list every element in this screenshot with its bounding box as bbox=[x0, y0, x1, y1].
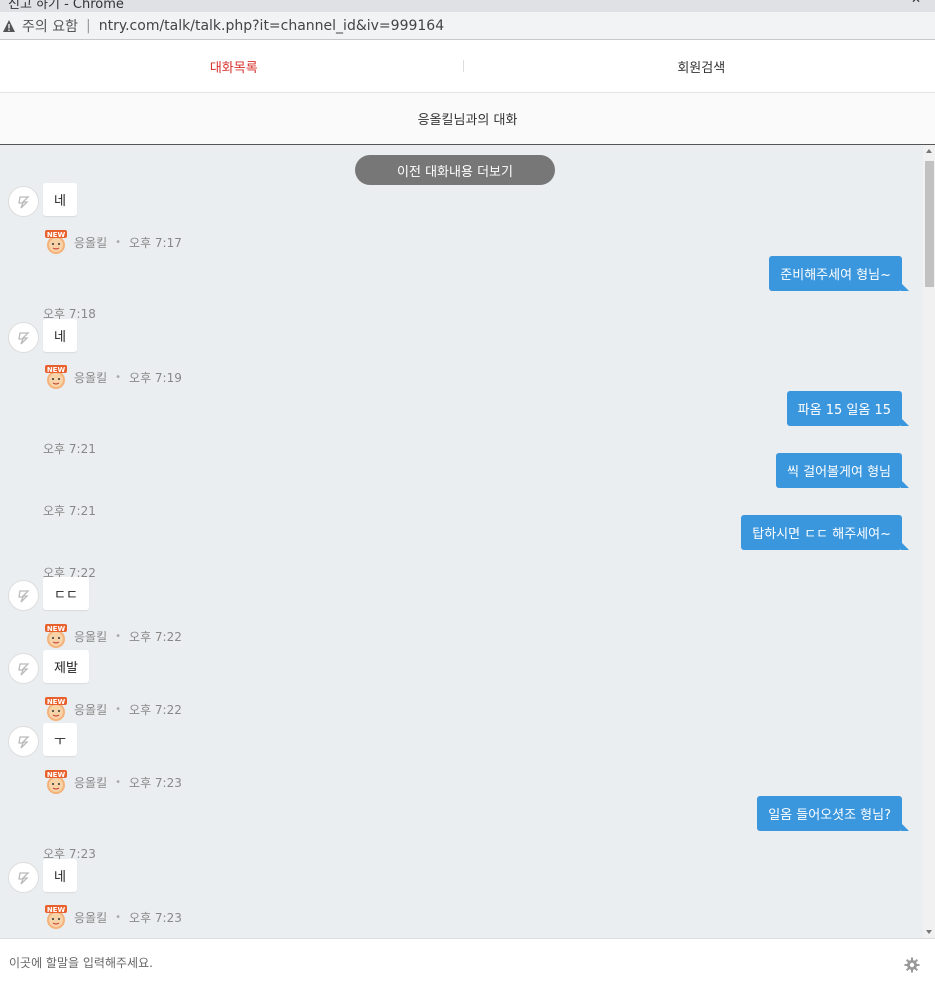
message-time: 오후 7:19 bbox=[129, 370, 182, 385]
message-input-bar bbox=[0, 938, 935, 987]
address-bar[interactable]: 주의 요함 | ntry.com/talk/talk.php?it=channe… bbox=[0, 12, 935, 40]
chat-scrollbar[interactable] bbox=[923, 145, 935, 938]
message-bubble-in: 네 bbox=[43, 859, 77, 892]
message-time: 오후 7:22 bbox=[129, 702, 182, 717]
svg-text:NEW: NEW bbox=[47, 771, 66, 779]
svg-text:NEW: NEW bbox=[47, 231, 66, 239]
message-time: 오후 7:21 bbox=[43, 504, 96, 518]
svg-text:NEW: NEW bbox=[47, 698, 66, 706]
new-badge-icon: NEW bbox=[43, 230, 69, 254]
message-bubble-out: 준비해주세여 형님~ bbox=[769, 256, 909, 291]
window-title: 신고 하기 - Chrome bbox=[8, 0, 124, 12]
meta-separator: • bbox=[115, 236, 122, 248]
message-bubble-in: 제발 bbox=[43, 650, 89, 683]
message-time: 오후 7:21 bbox=[43, 442, 96, 456]
message-input[interactable] bbox=[0, 939, 890, 987]
new-badge-icon: NEW bbox=[43, 770, 69, 794]
user-avatar[interactable] bbox=[8, 653, 39, 684]
meta-separator: • bbox=[115, 911, 122, 923]
meta-separator: • bbox=[115, 776, 122, 788]
tab-divider bbox=[463, 60, 464, 72]
message-meta: NEW 응올킬 • 오후 7:22 bbox=[43, 697, 182, 721]
message-time: 오후 7:23 bbox=[129, 910, 182, 925]
message-meta: NEW 응올킬 • 오후 7:23 bbox=[43, 905, 182, 929]
scroll-thumb[interactable] bbox=[925, 161, 934, 287]
meta-separator: • bbox=[115, 703, 122, 715]
scroll-down-icon[interactable] bbox=[926, 930, 932, 934]
tab-conversation-list[interactable]: 대화목록 bbox=[0, 41, 468, 92]
url-text[interactable]: ntry.com/talk/talk.php?it=channel_id&iv=… bbox=[99, 18, 444, 34]
message-time: 오후 7:22 bbox=[129, 629, 182, 644]
message-bubble-in: 네 bbox=[43, 183, 77, 216]
warning-icon bbox=[3, 19, 15, 32]
new-badge-icon: NEW bbox=[43, 697, 69, 721]
sender-name[interactable]: 응올킬 bbox=[74, 628, 107, 645]
user-avatar[interactable] bbox=[8, 580, 39, 611]
message-meta: NEW 응올킬 • 오후 7:23 bbox=[43, 770, 182, 794]
meta-separator: • bbox=[115, 371, 122, 383]
load-more-button[interactable]: 이전 대화내용 더보기 bbox=[355, 155, 555, 185]
message-time: 오후 7:17 bbox=[129, 235, 182, 250]
message-bubble-in: ㄷㄷ bbox=[43, 577, 89, 610]
user-avatar[interactable] bbox=[8, 186, 39, 217]
address-divider: | bbox=[85, 17, 91, 34]
user-avatar[interactable] bbox=[8, 862, 39, 893]
user-avatar[interactable] bbox=[8, 726, 39, 757]
svg-text:NEW: NEW bbox=[47, 625, 66, 633]
tab-bar: 대화목록 회원검색 bbox=[0, 41, 935, 93]
tab-member-search[interactable]: 회원검색 bbox=[468, 41, 935, 92]
user-avatar[interactable] bbox=[8, 322, 39, 353]
sender-name[interactable]: 응올킬 bbox=[74, 774, 107, 791]
sender-name[interactable]: 응올킬 bbox=[74, 701, 107, 718]
message-bubble-out: 탑하시면 ㄷㄷ 해주세여~ bbox=[741, 515, 909, 550]
message-time: 오후 7:23 bbox=[129, 775, 182, 790]
svg-text:NEW: NEW bbox=[47, 906, 66, 914]
minimize-icon[interactable]: — bbox=[866, 0, 878, 6]
sender-name[interactable]: 응올킬 bbox=[74, 369, 107, 386]
gear-icon[interactable] bbox=[904, 957, 920, 973]
security-status[interactable]: 주의 요함 bbox=[22, 16, 78, 36]
message-bubble-out: 파옴 15 일옴 15 bbox=[786, 391, 910, 426]
sender-name[interactable]: 응올킬 bbox=[74, 234, 107, 251]
chat-area[interactable]: 이전 대화내용 더보기 네 NEW 응올킬 • 오후 7:17 준비해주세여 형님~ 오후 … bbox=[0, 145, 935, 938]
sender-name[interactable]: 응올킬 bbox=[74, 909, 107, 926]
close-icon[interactable]: ✕ bbox=[911, 0, 921, 6]
message-meta: NEW 응올킬 • 오후 7:22 bbox=[43, 624, 182, 648]
new-badge-icon: NEW bbox=[43, 624, 69, 648]
scroll-up-icon[interactable] bbox=[926, 149, 932, 153]
message-bubble-out: 일옴 들어오셧조 형님? bbox=[757, 796, 909, 831]
conversation-title: 응올킬님과의 대화 bbox=[0, 93, 935, 145]
message-bubble-in: 네 bbox=[43, 319, 77, 352]
message-bubble-in: ㅜ bbox=[43, 723, 77, 756]
new-badge-icon: NEW bbox=[43, 905, 69, 929]
message-meta: NEW 응올킬 • 오후 7:17 bbox=[43, 230, 182, 254]
meta-separator: • bbox=[115, 630, 122, 642]
svg-text:NEW: NEW bbox=[47, 366, 66, 374]
window-titlebar: 신고 하기 - Chrome — ✕ bbox=[0, 0, 935, 12]
message-bubble-out: 씩 걸어볼게여 형님 bbox=[776, 453, 909, 488]
new-badge-icon: NEW bbox=[43, 365, 69, 389]
message-meta: NEW 응올킬 • 오후 7:19 bbox=[43, 365, 182, 389]
